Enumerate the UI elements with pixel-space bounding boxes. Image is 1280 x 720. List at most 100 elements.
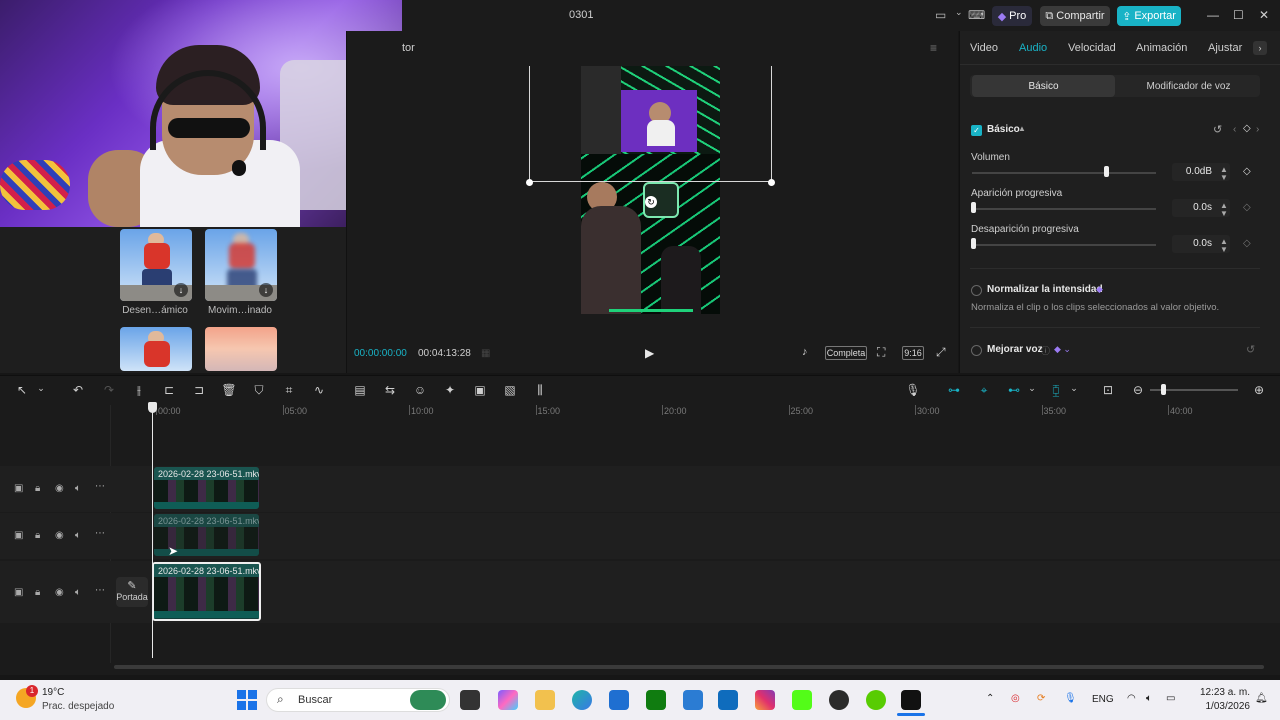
volume-icon[interactable]: 🔈︎: [75, 587, 81, 598]
fullscreen-icon[interactable]: ⤢: [936, 345, 946, 360]
tray-sync-icon[interactable]: ⟳: [1037, 693, 1045, 704]
wifi-icon[interactable]: ◠: [1127, 693, 1136, 704]
edge-icon[interactable]: [572, 690, 592, 710]
notification-icon[interactable]: 🔔︎: [1255, 693, 1268, 704]
copilot-icon[interactable]: [498, 690, 518, 710]
battery-icon[interactable]: ▭: [1166, 693, 1175, 704]
grid-icon[interactable]: ▦: [481, 348, 490, 359]
chevron-right-icon[interactable]: ›: [1253, 41, 1267, 55]
zoom-in-icon[interactable]: ⊕: [1251, 383, 1267, 397]
task-view-icon[interactable]: [460, 690, 480, 710]
chevron-up-icon[interactable]: ⌃: [986, 693, 994, 704]
tab-adjust[interactable]: Ajustar: [1208, 42, 1242, 54]
aspect-ratio-button[interactable]: 9:16: [902, 346, 924, 360]
eye-icon[interactable]: ◉: [55, 483, 64, 494]
select-tool-icon[interactable]: ↖: [14, 383, 30, 397]
fade-in-stepper[interactable]: ▲ ▼: [1220, 202, 1228, 218]
magic-icon[interactable]: ✦: [442, 383, 458, 397]
microphone-icon[interactable]: 🎙: [905, 383, 921, 397]
menu-icon[interactable]: ≡: [930, 41, 937, 55]
tray-mic-icon[interactable]: 🎙︎: [1064, 693, 1077, 704]
file-explorer-icon[interactable]: [535, 690, 555, 710]
download-icon[interactable]: ↓: [259, 283, 273, 297]
keyframe-icon[interactable]: ◇: [1243, 238, 1251, 249]
subtitle-icon[interactable]: ▤: [352, 383, 368, 397]
redo-icon[interactable]: ↷: [101, 383, 117, 397]
obs-icon[interactable]: [829, 690, 849, 710]
fit-complete-button[interactable]: Completa: [825, 346, 867, 360]
close-icon[interactable]: ✕: [1259, 8, 1269, 22]
volume-slider-knob[interactable]: [1104, 166, 1110, 177]
subtab-basic[interactable]: Básico: [972, 75, 1115, 97]
selection-box[interactable]: [529, 66, 772, 182]
lock-icon[interactable]: 🔒︎: [35, 483, 40, 494]
main-track-magnet-icon[interactable]: ⊶: [946, 383, 962, 397]
tray-app-icon[interactable]: ◎: [1011, 693, 1020, 704]
split-icon[interactable]: ⫲: [131, 383, 147, 398]
chevron-down-icon[interactable]: ⌄: [1066, 383, 1082, 394]
normalize-checkbox[interactable]: [971, 285, 982, 296]
chevron-down-icon[interactable]: ⌄: [33, 383, 49, 394]
clock-time[interactable]: 12:23 a. m.: [1196, 687, 1250, 698]
auto-snap-icon[interactable]: ⌖: [976, 383, 992, 398]
media-thumb-4[interactable]: [205, 327, 277, 371]
volume-slider[interactable]: [972, 172, 1156, 174]
media-thumb-2[interactable]: ↓: [205, 229, 277, 301]
xbox-icon[interactable]: [646, 690, 666, 710]
keyframe-icon[interactable]: ◇: [1243, 123, 1251, 134]
resize-handle[interactable]: [768, 179, 775, 186]
fade-out-stepper[interactable]: ▲ ▼: [1220, 238, 1228, 254]
store-icon[interactable]: [609, 690, 629, 710]
keyframe-next-icon[interactable]: ›: [1256, 124, 1259, 135]
undo-icon[interactable]: ↶: [70, 383, 86, 397]
zoom-out-icon[interactable]: ⊖: [1130, 383, 1146, 397]
media-thumb-3[interactable]: [120, 327, 192, 371]
lock-icon[interactable]: 🔒︎: [35, 530, 40, 541]
clock-date[interactable]: 1/03/2026: [1196, 701, 1251, 712]
maximize-icon[interactable]: ☐: [1233, 8, 1244, 22]
curve-icon[interactable]: ∿: [311, 383, 327, 397]
keyframe-prev-icon[interactable]: ‹: [1233, 124, 1236, 135]
shield-icon[interactable]: ⛉: [251, 383, 267, 398]
zoom-slider-knob[interactable]: [1161, 384, 1166, 395]
layout-icon[interactable]: ▭: [935, 8, 946, 22]
fade-out-knob[interactable]: [971, 238, 976, 249]
crop-icon[interactable]: ⌗: [281, 383, 297, 398]
preview-axis-icon[interactable]: ⧮: [1048, 383, 1064, 398]
fade-out-slider[interactable]: [972, 244, 1156, 246]
subtab-voice-modifier[interactable]: Modificador de voz: [1117, 75, 1260, 97]
chevron-down-icon[interactable]: ⌄: [955, 7, 963, 18]
fade-in-slider[interactable]: [972, 208, 1156, 210]
info-icon[interactable]: ⓘ: [1041, 344, 1050, 357]
hd-icon[interactable]: ▣: [472, 383, 488, 397]
keyframe-icon[interactable]: ◇: [1243, 166, 1251, 177]
reset-icon[interactable]: ↺: [1213, 123, 1222, 136]
horizontal-scrollbar[interactable]: [114, 665, 1264, 669]
more-icon[interactable]: ⋯: [95, 481, 105, 492]
export-button[interactable]: ⇪ Exportar: [1117, 6, 1181, 26]
resize-handle[interactable]: [526, 179, 533, 186]
crop-icon[interactable]: ⛶: [877, 345, 885, 360]
media-edit-icon[interactable]: ▧: [502, 383, 518, 397]
rotate-icon[interactable]: ↻: [645, 196, 657, 208]
tab-animation[interactable]: Animación: [1136, 42, 1187, 54]
split-left-icon[interactable]: ⊏: [161, 383, 177, 397]
mirror-icon[interactable]: ⇆: [382, 383, 398, 397]
split-right-icon[interactable]: ⊐: [191, 383, 207, 397]
playhead[interactable]: [152, 406, 153, 658]
caption-icon[interactable]: ⊡: [1100, 383, 1116, 397]
volume-icon[interactable]: 🔈︎: [75, 530, 81, 541]
basic-checkbox[interactable]: ✓: [971, 125, 982, 136]
pro-button[interactable]: ◆ Pro: [992, 6, 1032, 26]
tab-video[interactable]: Video: [970, 42, 998, 54]
enhance-voice-checkbox[interactable]: [971, 345, 982, 356]
person-icon[interactable]: ☺: [412, 383, 428, 397]
track-thumb-icon[interactable]: ▣: [14, 587, 23, 598]
outlook-icon[interactable]: [718, 690, 738, 710]
link-icon[interactable]: ⊷: [1006, 383, 1022, 397]
more-icon[interactable]: ⋯: [95, 585, 105, 596]
kick-icon[interactable]: [792, 690, 812, 710]
track-thumb-icon[interactable]: ▣: [14, 483, 23, 494]
video-clip-1[interactable]: 2026-02-28 23-06-51.mkv: [154, 467, 259, 509]
play-button[interactable]: ▶: [645, 346, 654, 360]
